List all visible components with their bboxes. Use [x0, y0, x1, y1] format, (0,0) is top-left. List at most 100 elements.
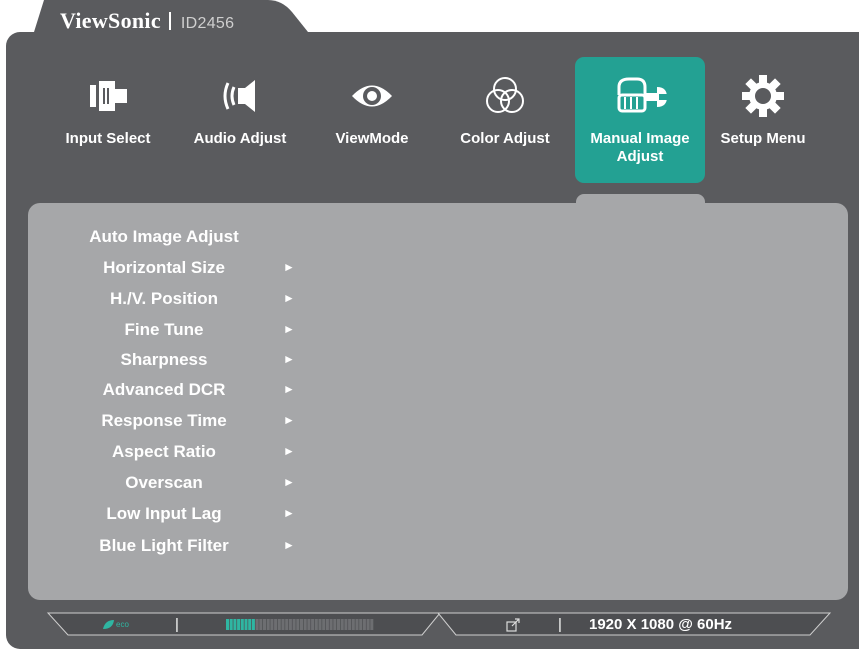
energy-segment: [314, 619, 318, 630]
energy-segment: [266, 619, 270, 630]
submenu-panel: Auto Image Adjust Horizontal Size ► H./V…: [28, 203, 848, 600]
menu-item-auto-image-adjust[interactable]: Auto Image Adjust: [28, 223, 328, 251]
gear-icon: [698, 73, 828, 119]
energy-segment: [318, 619, 322, 630]
energy-segment: [307, 619, 311, 630]
energy-segment: [322, 619, 326, 630]
energy-segment: [300, 619, 303, 630]
speaker-icon: [175, 73, 305, 119]
tab-label: Color Adjust: [460, 130, 550, 147]
footer-divider: |: [558, 616, 562, 633]
energy-segment: [281, 619, 285, 630]
menu-item-label: Auto Image Adjust: [89, 227, 239, 246]
energy-segment: [333, 619, 337, 630]
energy-segment: [270, 619, 274, 630]
energy-segment: [274, 619, 278, 630]
energy-segment: [233, 619, 237, 630]
signal-source-icon: [506, 618, 520, 632]
arrow-right-icon: ►: [283, 291, 295, 305]
tab-label: ViewMode: [335, 130, 409, 147]
energy-segment: [329, 619, 333, 630]
tab-input-select[interactable]: Input Select: [43, 57, 173, 183]
menu-item-advanced-dcr[interactable]: Advanced DCR ►: [28, 376, 328, 404]
menu-item-label: Horizontal Size: [103, 258, 225, 277]
footer-divider: |: [175, 616, 179, 633]
brand-header: ViewSonic ID2456: [60, 8, 234, 34]
arrow-right-icon: ►: [283, 506, 295, 520]
tab-setup-menu[interactable]: Setup Menu: [698, 57, 828, 183]
menu-item-sharpness[interactable]: Sharpness ►: [28, 346, 328, 374]
energy-segment: [229, 619, 233, 630]
eco-label: eco: [116, 620, 129, 629]
energy-segment: [370, 619, 374, 630]
arrow-right-icon: ►: [283, 538, 295, 552]
menu-item-hv-position[interactable]: H./V. Position ►: [28, 285, 328, 313]
energy-segment: [325, 619, 329, 630]
energy-segment: [255, 619, 259, 630]
tab-label: Manual Image Adjust: [590, 130, 690, 165]
tab-manual-image-adjust[interactable]: Manual Image Adjust: [575, 57, 705, 183]
energy-segment: [351, 619, 355, 630]
energy-segment: [288, 619, 292, 630]
energy-level-bar: [226, 619, 374, 630]
energy-segment: [292, 619, 296, 630]
menu-item-blue-light-filter[interactable]: Blue Light Filter ►: [28, 532, 328, 560]
brand-logo: ViewSonic: [60, 8, 161, 33]
energy-segment: [226, 619, 229, 630]
tab-viewmode[interactable]: ViewMode: [307, 57, 437, 183]
menu-item-aspect-ratio[interactable]: Aspect Ratio ►: [28, 438, 328, 466]
menu-item-label: Fine Tune: [124, 320, 204, 339]
energy-segment: [237, 619, 241, 630]
arrow-right-icon: ►: [283, 413, 295, 427]
arrow-right-icon: ►: [283, 260, 295, 274]
energy-segment: [263, 619, 266, 630]
energy-segment: [259, 619, 263, 630]
arrow-right-icon: ►: [283, 444, 295, 458]
energy-segment: [248, 619, 252, 630]
menu-item-horizontal-size[interactable]: Horizontal Size ►: [28, 254, 328, 282]
menu-item-low-input-lag[interactable]: Low Input Lag ►: [28, 500, 328, 528]
energy-segment: [244, 619, 248, 630]
color-circles-icon: [440, 73, 570, 119]
energy-segment: [362, 619, 366, 630]
tab-label: Setup Menu: [720, 130, 806, 147]
menu-item-label: H./V. Position: [109, 289, 218, 308]
arrow-right-icon: ►: [283, 352, 295, 366]
arrow-right-icon: ►: [283, 475, 295, 489]
menu-item-label: Response Time: [101, 411, 227, 430]
energy-segment: [251, 619, 255, 630]
menu-item-label: Overscan: [125, 473, 203, 492]
menu-item-label: Low Input Lag: [106, 504, 222, 523]
arrow-right-icon: ►: [283, 382, 295, 396]
energy-segment: [277, 619, 281, 630]
energy-segment: [355, 619, 359, 630]
energy-segment: [344, 619, 348, 630]
energy-segment: [296, 619, 300, 630]
hand-wrench-icon: [575, 73, 705, 119]
arrow-right-icon: ►: [283, 322, 295, 336]
energy-segment: [348, 619, 352, 630]
tab-label: Input Select: [65, 130, 151, 147]
tab-label: Audio Adjust: [193, 130, 287, 147]
energy-segment: [340, 619, 344, 630]
energy-segment: [240, 619, 244, 630]
brand-divider: [168, 12, 171, 30]
energy-segment: [359, 619, 363, 630]
menu-item-fine-tune[interactable]: Fine Tune ►: [28, 316, 328, 344]
tab-audio-adjust[interactable]: Audio Adjust: [175, 57, 305, 183]
energy-segment: [285, 619, 289, 630]
input-select-icon: [43, 73, 173, 119]
menu-item-label: Advanced DCR: [102, 380, 226, 399]
tab-color-adjust[interactable]: Color Adjust: [440, 57, 570, 183]
menu-item-label: Sharpness: [120, 350, 208, 369]
energy-segment: [311, 619, 315, 630]
menu-item-label: Aspect Ratio: [112, 442, 216, 461]
eye-icon: [307, 73, 437, 119]
menu-item-label: Blue Light Filter: [99, 536, 229, 555]
energy-segment: [337, 619, 340, 630]
menu-item-overscan[interactable]: Overscan ►: [28, 469, 328, 497]
energy-segment: [366, 619, 370, 630]
energy-segment: [303, 619, 307, 630]
model-name: ID2456: [180, 15, 235, 32]
menu-item-response-time[interactable]: Response Time ►: [28, 407, 328, 435]
